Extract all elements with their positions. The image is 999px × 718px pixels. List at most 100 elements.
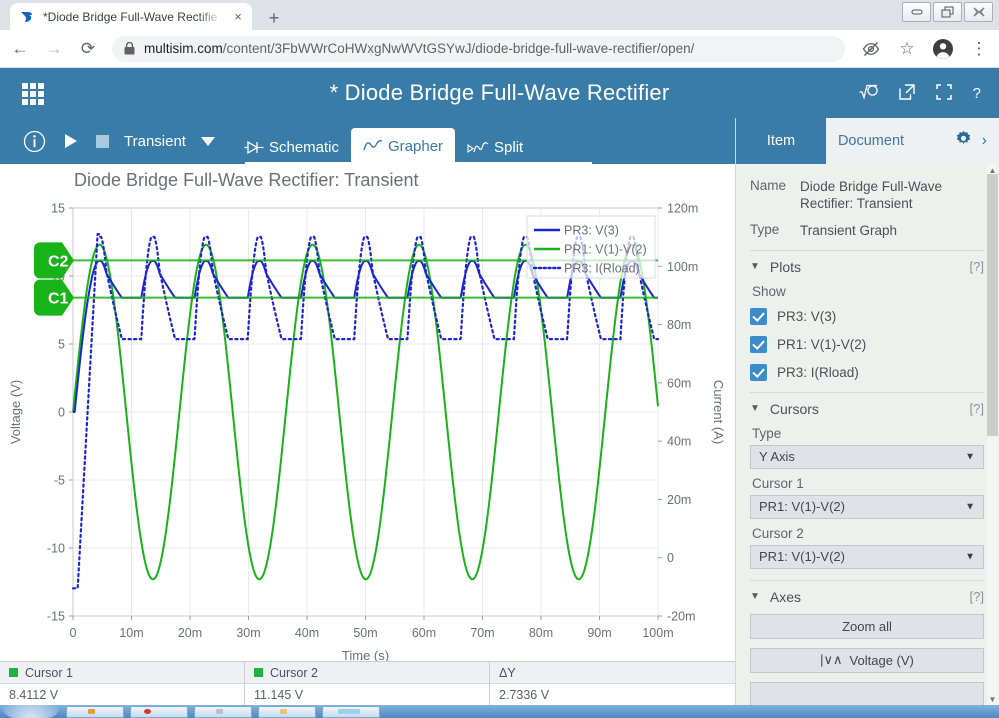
plot-checkbox-row[interactable]: PR1: V(1)-V(2) — [750, 335, 984, 353]
axes-help-icon[interactable]: [?] — [970, 589, 984, 604]
axes-section-title: Axes — [769, 588, 802, 605]
svg-text:90m: 90m — [587, 626, 611, 640]
taskbar-item[interactable] — [258, 706, 316, 718]
address-bar[interactable]: multisim.com/content/3FbWWrCoHWxgNwWVtGS… — [112, 35, 845, 62]
show-label: Show — [752, 283, 786, 299]
url-text: multisim.com/content/3FbWWrCoHWxgNwWVtGS… — [144, 41, 694, 56]
axes-section-header[interactable]: ▼ Axes [?] — [750, 589, 984, 605]
svg-text:70m: 70m — [470, 626, 494, 640]
plots-help-icon[interactable]: [?] — [970, 259, 984, 274]
checkbox-pr3-irload[interactable] — [750, 363, 767, 381]
taskbar-icon — [88, 709, 95, 714]
multisim-bird-icon — [21, 11, 32, 22]
stop-button[interactable] — [87, 118, 118, 164]
cursors-help-icon[interactable]: [?] — [970, 401, 984, 416]
cursor-handle-c1[interactable]: C1 — [34, 279, 74, 316]
minimize-button[interactable] — [902, 2, 931, 22]
start-button[interactable] — [2, 705, 60, 718]
header-icon-group: ? — [859, 68, 981, 118]
taskbar-item[interactable] — [194, 706, 252, 718]
svg-text:0: 0 — [667, 551, 674, 565]
grapher-toolbar: Transient Schematic Grapher Split — [0, 118, 735, 164]
restore-button[interactable] — [933, 2, 962, 22]
taskbar-item[interactable] — [130, 706, 188, 718]
profile-avatar[interactable] — [929, 35, 957, 63]
forward-icon[interactable]: → — [40, 35, 68, 63]
cursor1-select[interactable]: PR1: V(1)-V(2) ▼ — [750, 494, 984, 519]
chevron-down-icon: ▼ — [965, 451, 975, 463]
tab-schematic[interactable]: Schematic — [232, 130, 351, 164]
url-path: /content/3FbWWrCoHWxgNwWVtGSYwJ/diode-br… — [222, 41, 695, 56]
plot-checkbox-row[interactable]: PR3: V(3) — [750, 307, 984, 325]
tab-grapher[interactable]: Grapher — [351, 128, 456, 164]
reload-icon[interactable]: ⟳ — [74, 35, 102, 63]
cursor1-header-label: Cursor 1 — [25, 665, 73, 680]
tab-item[interactable]: Item — [736, 118, 826, 164]
zoom-all-button[interactable]: Zoom all — [750, 613, 984, 639]
run-button[interactable] — [55, 118, 87, 164]
voltage-axis-button[interactable]: |∨∧ Voltage (V) — [750, 647, 984, 673]
tab-document[interactable]: Document — [826, 118, 916, 164]
legend-label-0: PR3: V(3) — [564, 224, 619, 238]
back-icon[interactable]: ← — [6, 35, 34, 63]
checkbox-pr3-v3[interactable] — [750, 307, 767, 325]
status-header: ΔY — [490, 662, 735, 684]
status-header: Cursor 1 — [0, 662, 244, 684]
cursor-handle-c2[interactable]: C2 — [34, 242, 74, 279]
browser-menu-icon[interactable]: ⋮ — [965, 35, 993, 63]
type-value: Transient Graph — [800, 222, 898, 238]
diode-icon — [244, 140, 264, 154]
legend-label-1: PR1: V(1)-V(2) — [564, 243, 647, 257]
plot-checkbox-row[interactable]: PR3: I(Rload) — [750, 363, 984, 381]
panel-scrollbar-thumb[interactable] — [987, 174, 998, 436]
help-icon[interactable]: ? — [973, 86, 981, 101]
close-button[interactable] — [964, 2, 993, 22]
bookmark-star-icon[interactable]: ☆ — [893, 35, 921, 63]
cursor1-color-swatch — [9, 668, 18, 677]
analysis-dropdown-icon[interactable] — [192, 118, 224, 164]
tab-split[interactable]: Split — [455, 130, 535, 164]
close-icon[interactable]: × — [230, 9, 246, 25]
properties-panel: Item Document › Name Diode Bridge Full-W… — [735, 118, 999, 705]
simulate-icon[interactable] — [859, 83, 878, 103]
fullscreen-icon[interactable] — [935, 83, 952, 103]
open-external-icon[interactable] — [898, 83, 915, 103]
svg-text:100m: 100m — [642, 626, 673, 640]
cursor-type-value: Y Axis — [759, 449, 795, 465]
name-value: Diode Bridge Full-Wave Rectifier: Transi… — [800, 179, 943, 212]
chevron-down-icon: ▼ — [965, 501, 975, 513]
checkbox-pr1-v1v2[interactable] — [750, 335, 767, 353]
svg-text:C2: C2 — [48, 253, 69, 270]
svg-text:10m: 10m — [119, 626, 143, 640]
new-tab-button[interactable]: + — [262, 6, 286, 30]
plots-section-header[interactable]: ▼ Plots [?] — [750, 259, 984, 275]
cursor2-select[interactable]: PR1: V(1)-V(2) ▼ — [750, 544, 984, 569]
svg-text:-5: -5 — [54, 474, 65, 488]
browser-tabstrip: *Diode Bridge Full-Wave Rectifie × + — [0, 0, 999, 30]
expand-panel-icon[interactable]: › — [982, 132, 987, 150]
navbar-right-icons: ☆ ⋮ — [851, 35, 999, 63]
eye-slash-icon[interactable] — [857, 35, 885, 63]
scroll-down-arrow-icon[interactable]: ▼ — [987, 693, 998, 705]
browser-tab[interactable]: *Diode Bridge Full-Wave Rectifie × — [10, 3, 252, 30]
grapher-canvas[interactable]: Diode Bridge Full-Wave Rectifier: Transi… — [0, 164, 735, 661]
delta-value: 2.7336 V — [499, 687, 550, 702]
taskbar-item[interactable] — [66, 706, 124, 718]
cursors-section-header[interactable]: ▼ Cursors [?] — [750, 401, 984, 417]
cursor-type-label: Type — [752, 425, 782, 441]
svg-text:50m: 50m — [353, 626, 377, 640]
taskbar-icon — [338, 709, 360, 714]
info-icon[interactable] — [14, 118, 55, 164]
panel-tools: › — [916, 118, 999, 164]
svg-text:100m: 100m — [667, 260, 698, 274]
cursor-type-select[interactable]: Y Axis ▼ — [750, 444, 984, 469]
svg-text:40m: 40m — [295, 626, 319, 640]
os-taskbar — [0, 705, 999, 718]
svg-text:30m: 30m — [236, 626, 260, 640]
current-axis-button[interactable] — [750, 681, 984, 705]
gear-icon[interactable] — [955, 130, 972, 152]
zoom-all-label: Zoom all — [842, 618, 892, 634]
chevron-down-icon: ▼ — [965, 551, 975, 563]
url-domain: multisim.com — [144, 41, 223, 56]
status-column-cursor2: Cursor 2 11.145 V — [245, 662, 490, 705]
